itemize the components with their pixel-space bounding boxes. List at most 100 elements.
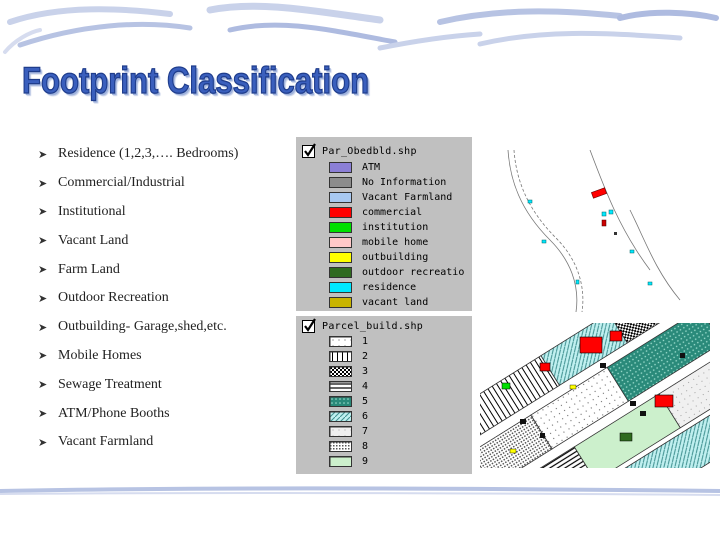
layer-name: Par_Obedbld.shp [322,146,417,157]
legend-label: institution [362,222,429,233]
legend-label: outdoor recreatio [362,267,465,278]
legend-label: 5 [362,396,369,407]
pattern-swatch [329,336,352,347]
building-layer-legend: Par_Obedbld.shp ATM No Information Vacan… [296,137,472,311]
legend-item: 9 [329,454,368,469]
legend-label: ATM [362,162,381,173]
bullet-text: Institutional [58,203,126,219]
bullet-text: Farm Land [58,261,120,277]
bullet-item: ➤ Commercial/Industrial [38,169,238,198]
bullet-item: ➤ Farm Land [38,255,238,284]
layer-visibility-checkbox[interactable] [302,143,316,158]
pattern-swatch [329,411,352,422]
slide-title: Footprint Classification [21,59,370,101]
arrow-bullet-icon: ➤ [38,407,48,421]
bullet-text: Mobile Homes [58,347,142,363]
bullet-item: ➤ Outbuilding- Garage,shed,etc. [38,313,238,342]
legend-item: Vacant Farmland [329,190,452,205]
color-swatch [329,252,352,263]
legend-item: outdoor recreatio [329,265,464,280]
legend-item: institution [329,220,428,235]
color-swatch [329,237,352,248]
arrow-bullet-icon: ➤ [38,291,48,305]
bullet-text: Commercial/Industrial [58,175,185,191]
legend-item: mobile home [329,235,428,250]
legend-item: 8 [329,439,368,454]
arrow-bullet-icon: ➤ [38,147,48,161]
legend-label: No Information [362,177,447,188]
legend-label: 4 [362,381,369,392]
arrow-bullet-icon: ➤ [38,320,48,334]
color-swatch [329,192,352,203]
arrow-bullet-icon: ➤ [38,205,48,219]
legend-label: 6 [362,411,369,422]
legend-item: commercial [329,205,422,220]
color-swatch [329,267,352,278]
legend-header: Par_Obedbld.shp [302,143,417,158]
parcel-layer-legend: Parcel_build.shp 1 2 3 4 5 6 7 8 9 [296,316,472,474]
bullet-item: ➤ Mobile Homes [38,342,238,371]
legend-label: Vacant Farmland [362,192,453,203]
legend-label: 7 [362,426,369,437]
legend-item: outbuilding [329,250,428,265]
pattern-swatch [329,396,352,407]
pattern-swatch [329,456,352,467]
legend-header: Parcel_build.shp [302,318,424,333]
bullet-list: ➤ Residence (1,2,3,…. Bedrooms) ➤ Commerci… [38,140,238,457]
checkmark-icon [304,143,316,157]
arrow-bullet-icon: ➤ [38,378,48,392]
bullet-item: ➤ Outdoor Recreation [38,284,238,313]
pattern-swatch [329,426,352,437]
legend-label: mobile home [362,237,429,248]
color-swatch [329,297,352,308]
bullet-item: ➤ Institutional [38,198,238,227]
legend-label: 3 [362,366,369,377]
legend-item: 4 [329,379,368,394]
bullet-text: ATM/Phone Booths [58,405,170,421]
pattern-swatch [329,366,352,377]
legend-label: 1 [362,336,369,347]
arrow-bullet-icon: ➤ [38,263,48,277]
bullet-item: ➤ Residence (1,2,3,…. Bedrooms) [38,140,238,169]
legend-item: 2 [329,349,368,364]
footer-swoosh-decoration [0,486,720,496]
footprint-map-overview [480,150,707,312]
bullet-item: ➤ Vacant Farmland [38,428,238,457]
legend-label: vacant land [362,297,429,308]
color-swatch [329,282,352,293]
color-swatch [329,162,352,173]
bullet-text: Vacant Farmland [58,434,154,450]
legend-label: 8 [362,441,369,452]
pattern-swatch [329,441,352,452]
legend-label: 9 [362,456,369,467]
bullet-text: Sewage Treatment [58,376,162,392]
pattern-swatch [329,381,352,392]
legend-item: 1 [329,334,368,349]
arrow-bullet-icon: ➤ [38,176,48,190]
layer-name: Parcel_build.shp [322,321,424,332]
layer-visibility-checkbox[interactable] [302,318,316,333]
arrow-bullet-icon: ➤ [38,234,48,248]
arrow-bullet-icon: ➤ [38,435,48,449]
legend-item: 7 [329,424,368,439]
arrow-bullet-icon: ➤ [38,349,48,363]
legend-item: No Information [329,175,446,190]
bullet-text: Outbuilding- Garage,shed,etc. [58,319,227,335]
legend-label: outbuilding [362,252,429,263]
bullet-text: Residence (1,2,3,…. Bedrooms) [58,146,239,162]
bullet-text: Outdoor Recreation [58,290,169,306]
checkmark-icon [304,318,316,332]
legend-label: residence [362,282,417,293]
legend-item: 6 [329,409,368,424]
bullet-item: ➤ Sewage Treatment [38,370,238,399]
legend-item: residence [329,280,416,295]
bullet-item: ➤ ATM/Phone Booths [38,399,238,428]
color-swatch [329,207,352,218]
bullet-item: ➤ Vacant Land [38,226,238,255]
legend-item: vacant land [329,295,428,310]
legend-label: 2 [362,351,369,362]
parcel-detail-map [480,323,710,468]
legend-item: 3 [329,364,368,379]
header-swoosh-decoration [3,2,719,54]
color-swatch [329,177,352,188]
